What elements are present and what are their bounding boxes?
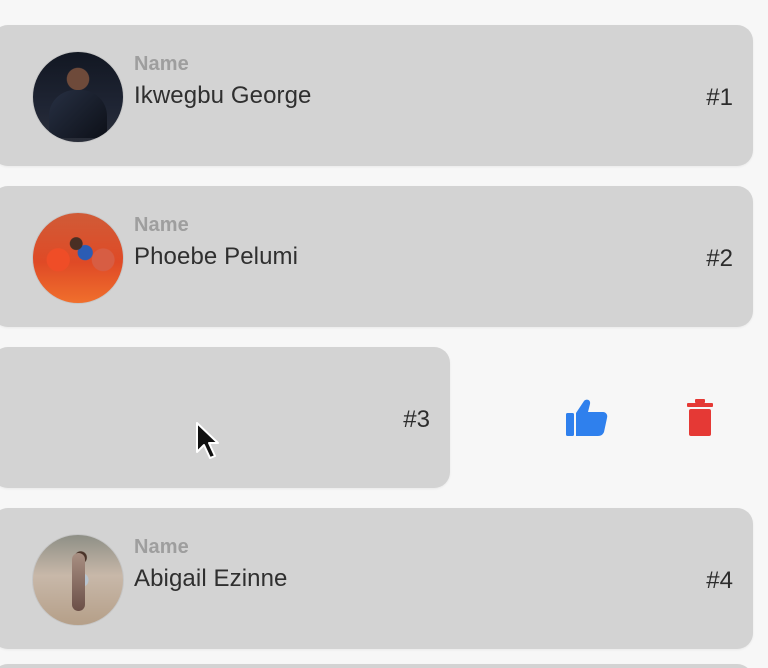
thumbs-up-icon[interactable]	[566, 398, 608, 436]
avatar	[32, 534, 124, 626]
leaderboard-screen: Name Ikwegbu George #1 Name Phoebe Pelum…	[0, 0, 768, 668]
list-item[interactable]: Name Abigail Ezinne #4	[0, 508, 753, 649]
rank-number: #4	[706, 567, 733, 594]
name-label: Name	[134, 214, 189, 236]
person-name: Ikwegbu George	[134, 82, 312, 109]
person-name: Phoebe Pelumi	[134, 243, 299, 270]
avatar	[32, 51, 124, 143]
trash-icon[interactable]	[685, 399, 715, 436]
rank-number: #2	[706, 245, 733, 272]
rank-number: #3	[403, 406, 430, 433]
swiped-list-item[interactable]: #3	[0, 347, 450, 488]
name-label: Name	[134, 536, 189, 558]
person-name: Abigail Ezinne	[134, 565, 288, 592]
rank-number: #1	[706, 84, 733, 111]
name-label: Name	[134, 53, 189, 75]
mouse-pointer-icon	[195, 422, 219, 460]
next-list-item[interactable]	[0, 664, 753, 668]
avatar	[32, 212, 124, 304]
list-item[interactable]: Name Ikwegbu George #1	[0, 25, 753, 166]
list-item[interactable]: Name Phoebe Pelumi #2	[0, 186, 753, 327]
